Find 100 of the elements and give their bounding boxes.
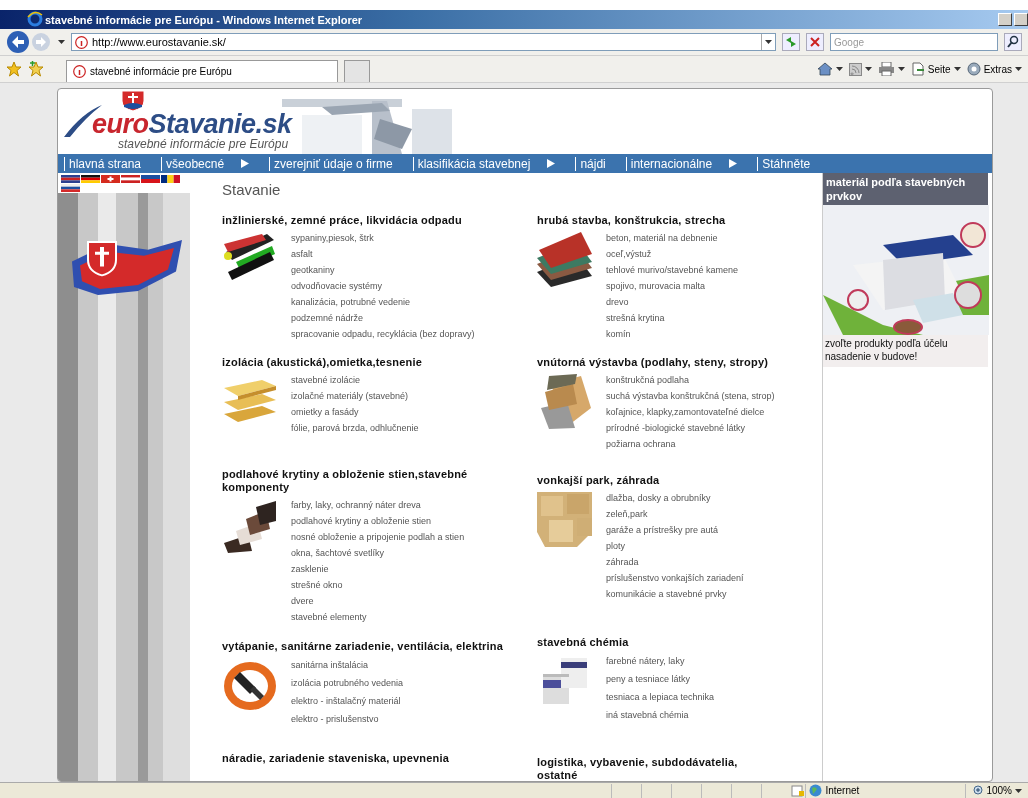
- section-title: izolácia (akustická),omietka,tesnenie: [222, 356, 423, 369]
- section-title: stavebná chémia: [537, 636, 630, 649]
- nav-link[interactable]: nájdi: [575, 156, 606, 171]
- category-link[interactable]: peny a tesniace látky: [606, 670, 715, 688]
- category-link[interactable]: prírodné -biologické stavebné látky: [606, 420, 775, 436]
- category-link[interactable]: podzemné nádrže: [291, 310, 475, 326]
- section-title: podlahové krytiny a obloženie stien,stavebné komponenty: [222, 468, 469, 494]
- home-icon[interactable]: [816, 62, 833, 76]
- section-title: vonkajší park, záhrada: [537, 474, 661, 487]
- category-link[interactable]: drevo: [606, 294, 739, 310]
- nav-link[interactable]: internacionálne: [625, 156, 738, 171]
- nav-link[interactable]: zverejniť údaje o firme: [269, 156, 393, 171]
- caret-icon: [1015, 67, 1022, 71]
- nav-link[interactable]: klasifikácia stavebnej: [412, 156, 556, 171]
- site-tagline: stavebné informácie pre Európu: [118, 138, 290, 150]
- caret-icon: [953, 67, 961, 71]
- category-link[interactable]: omietky a fasády: [291, 404, 419, 420]
- nav-link[interactable]: Stáhněte: [757, 156, 811, 171]
- category-link[interactable]: okna, šachtové svetlíky: [291, 545, 465, 561]
- category-link[interactable]: strešné okno: [291, 577, 465, 593]
- category-link[interactable]: oceľ,výstuž: [606, 246, 739, 262]
- zoom-icon: [972, 785, 984, 796]
- section-title: inžlinierské, zemné práce, likvidácia odpadu: [222, 214, 463, 227]
- caret-icon: [765, 40, 772, 44]
- nav-link[interactable]: všeobecné: [161, 156, 250, 171]
- category-link[interactable]: komín: [606, 326, 739, 342]
- home-button[interactable]: [816, 62, 843, 76]
- sidebar-heading: materiál podľa stavebných prvkov: [823, 173, 988, 205]
- category-link[interactable]: záhrada: [606, 554, 744, 570]
- caret-icon: [864, 67, 872, 71]
- section-title: vytápanie, sanitárne zariadenie, ventilácia, elektrina: [222, 640, 505, 653]
- category-link[interactable]: izolácia potrubného vedenia: [291, 674, 404, 692]
- caret-icon: [58, 40, 65, 44]
- browser-logo-icon: [27, 11, 43, 27]
- minimize-button[interactable]: [998, 13, 1012, 26]
- section-title: vnútorná výstavba (podlahy, steny, stropy): [537, 356, 770, 369]
- category-link[interactable]: farebné nátery, laky: [606, 652, 715, 670]
- category-link[interactable]: fólie, parová brzda, odhlučnenie: [291, 420, 419, 436]
- protected-mode-icon: [791, 784, 806, 797]
- category-link[interactable]: koľajnice, klapky,zamontovateľné dielce: [606, 404, 775, 420]
- category-link[interactable]: elektro - prislušenstvo: [291, 710, 404, 728]
- category-link[interactable]: suchá výstavba konštrukčná (stena, strop): [606, 388, 775, 404]
- category-link[interactable]: elektro - inštalačný materiál: [291, 692, 404, 710]
- category-link[interactable]: stavebné izolácie: [291, 372, 419, 388]
- browser-tab[interactable]: stavebné informácie pre Európu: [66, 60, 338, 82]
- add-favorite-icon[interactable]: [28, 61, 44, 77]
- search-button[interactable]: [1004, 33, 1022, 51]
- stop-button[interactable]: [806, 33, 824, 51]
- category-link[interactable]: sanitárna inštalácia: [291, 656, 404, 674]
- category-link[interactable]: komunikácie a stavebné prvky: [606, 586, 744, 602]
- category-link[interactable]: konštrukčná podlaha: [606, 372, 775, 388]
- category-link[interactable]: stavebné elementy: [291, 609, 465, 625]
- page-title: Stavanie: [222, 181, 282, 198]
- category-link[interactable]: asfalt: [291, 246, 475, 262]
- zoom-control[interactable]: 100%: [965, 783, 1028, 798]
- category-link[interactable]: tesniaca a lepiaca technika: [606, 688, 715, 706]
- category-link[interactable]: spracovanie odpadu, recyklácia (bez dopravy): [291, 326, 475, 342]
- category-link[interactable]: tehlové murivo/stavebné kamene: [606, 262, 739, 278]
- feeds-button[interactable]: [848, 62, 872, 76]
- category-link[interactable]: dvere: [291, 593, 465, 609]
- page-menu[interactable]: Seite: [910, 62, 961, 76]
- section-title: náradie, zariadenie staveniska, upevnenia: [222, 752, 451, 765]
- category-link[interactable]: izolačné materiály (stavebné): [291, 388, 419, 404]
- globe-icon: [809, 784, 823, 797]
- category-link[interactable]: strešná krytina: [606, 310, 739, 326]
- category-link[interactable]: zasklenie: [291, 561, 465, 577]
- category-link[interactable]: sypaniny,piesok, štrk: [291, 230, 475, 246]
- print-icon[interactable]: [877, 62, 895, 76]
- security-zone: Internet: [825, 785, 860, 796]
- category-link[interactable]: požiarna ochrana: [606, 436, 775, 452]
- caret-icon: [897, 67, 905, 71]
- print-button[interactable]: [877, 62, 905, 76]
- refresh-button[interactable]: [782, 33, 800, 51]
- address-field[interactable]: http://www.eurostavanie.sk/: [71, 33, 776, 51]
- back-button[interactable]: [6, 30, 32, 54]
- category-link[interactable]: iná stavebná chémia: [606, 706, 715, 724]
- category-link[interactable]: garáže a prístrešky pre autá: [606, 522, 744, 538]
- site-icon: [73, 65, 86, 78]
- category-link[interactable]: geotkaniny: [291, 262, 475, 278]
- window-title: stavebné informácie pre Európu - Windows Internet Explorer: [45, 13, 363, 26]
- favorites-star-icon[interactable]: [6, 61, 22, 77]
- section-title: hrubá stavba, konštrukcia, strecha: [537, 214, 727, 227]
- maximize-button[interactable]: [1014, 13, 1028, 26]
- category-link[interactable]: spojivo, murovacia malta: [606, 278, 739, 294]
- section-title: logistika, vybavenie, subdodávatelia, ostatné: [537, 756, 739, 781]
- page-icon: [910, 62, 925, 76]
- tools-menu[interactable]: Extras: [966, 62, 1022, 76]
- category-link[interactable]: nosné obloženie a pripojenie podlah a stien: [291, 529, 465, 545]
- category-link[interactable]: zeleň,park: [606, 506, 744, 522]
- category-link[interactable]: dlažba, dosky a obrubníky: [606, 490, 744, 506]
- category-link[interactable]: kanalizácia, potrubné vedenie: [291, 294, 475, 310]
- gear-icon: [966, 62, 981, 76]
- category-link[interactable]: ploty: [606, 538, 744, 554]
- category-link[interactable]: odvodňovacie systémy: [291, 278, 475, 294]
- category-link[interactable]: príslušenstvo vonkajších zariadení: [606, 570, 744, 586]
- nav-link[interactable]: hlavná strana: [64, 156, 142, 171]
- site-icon: [75, 35, 88, 49]
- category-link[interactable]: beton, materiál na debnenie: [606, 230, 739, 246]
- category-link[interactable]: farby, laky, ochranný náter dreva: [291, 497, 465, 513]
- category-link[interactable]: podlahové krytiny a obloženie stien: [291, 513, 465, 529]
